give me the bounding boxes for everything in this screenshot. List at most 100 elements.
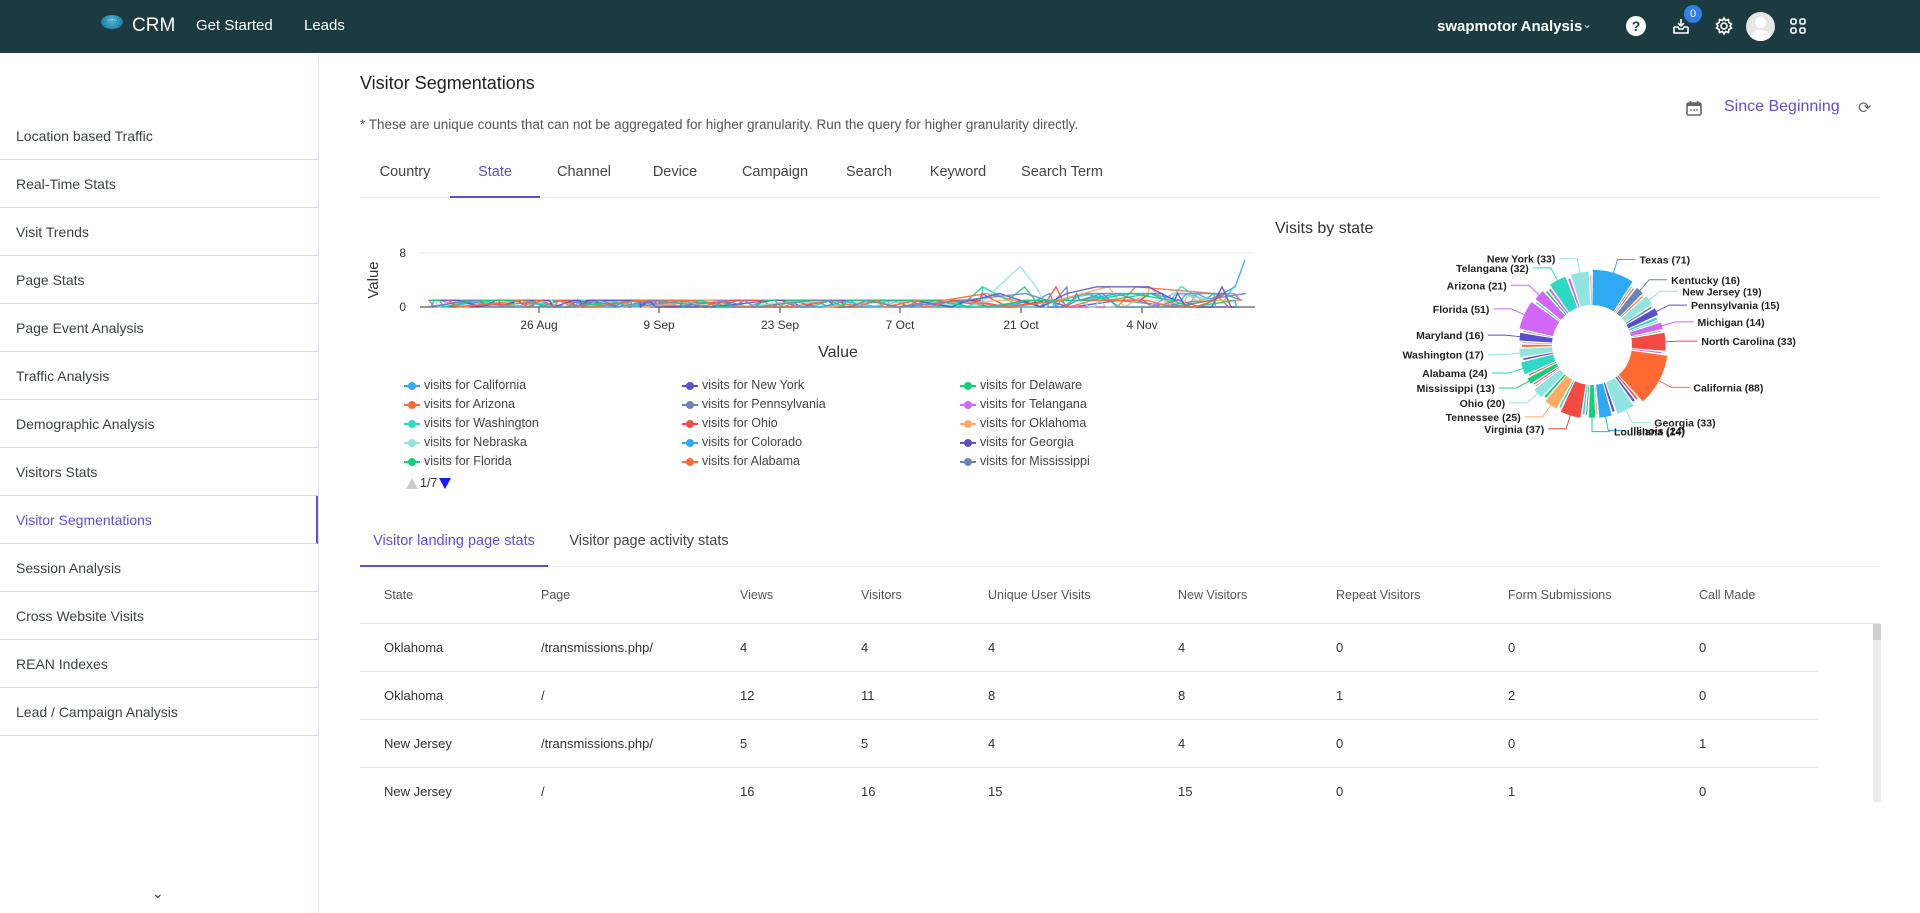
- slice-connector: [1639, 279, 1668, 291]
- sidebar-item-visit-trends[interactable]: Visit Trends: [0, 208, 318, 256]
- refresh-icon[interactable]: ⟳: [1858, 98, 1871, 118]
- legend-next-page-icon[interactable]: [439, 477, 452, 489]
- donut-slice[interactable]: [1588, 384, 1596, 418]
- sidebar-item-traffic-analysis[interactable]: Traffic Analysis: [0, 352, 318, 400]
- sidebar-item-demographic-analysis[interactable]: Demographic Analysis: [0, 400, 318, 448]
- table-cell: 12: [740, 688, 755, 703]
- donut-slice[interactable]: [1618, 350, 1668, 402]
- donut-slice[interactable]: [1631, 332, 1666, 351]
- date-range-selector[interactable]: Since Beginning: [1724, 98, 1840, 116]
- slice-connector: [1658, 380, 1690, 388]
- avatar[interactable]: [1746, 12, 1775, 41]
- sidebar-item-lead-campaign-analysis[interactable]: Lead / Campaign Analysis: [0, 688, 318, 736]
- column-header-visitors[interactable]: Visitors: [861, 580, 902, 610]
- donut-slice[interactable]: [1522, 344, 1553, 348]
- legend-item[interactable]: visits for Pennsylvania: [682, 397, 826, 411]
- donut-slice[interactable]: [1522, 342, 1553, 344]
- chevron-down-icon[interactable]: ⌄: [152, 885, 164, 902]
- table-cell: 5: [740, 736, 748, 751]
- sidebar-item-session-analysis[interactable]: Session Analysis: [0, 544, 318, 592]
- column-header-call-made[interactable]: Call Made: [1699, 580, 1755, 610]
- legend-label: visits for Nebraska: [424, 435, 527, 449]
- legend-label: visits for Georgia: [980, 435, 1074, 449]
- org-selector[interactable]: swapmotor Analysis: [1437, 18, 1582, 35]
- slice-connector: [1613, 259, 1636, 274]
- table-cell: 15: [1178, 784, 1193, 799]
- legend-marker-icon: [960, 400, 976, 410]
- legend-item[interactable]: visits for Mississippi: [960, 454, 1090, 468]
- sidebar-item-visitors-stats[interactable]: Visitors Stats: [0, 448, 318, 496]
- column-header-state[interactable]: State: [384, 580, 413, 610]
- subtab-visitor-page-activity-stats[interactable]: Visitor page activity stats: [564, 527, 734, 567]
- tab-campaign[interactable]: Campaign: [722, 153, 828, 198]
- gear-icon[interactable]: [1712, 14, 1736, 38]
- legend-item[interactable]: visits for Colorado: [682, 435, 802, 449]
- sidebar-item-rean-indexes[interactable]: REAN Indexes: [0, 640, 318, 688]
- tab-search-term[interactable]: Search Term: [1006, 153, 1118, 198]
- crm-logo-icon[interactable]: [101, 15, 123, 29]
- legend-label: visits for Mississippi: [980, 454, 1090, 468]
- legend-item[interactable]: visits for Oklahoma: [960, 416, 1086, 430]
- legend-item[interactable]: visits for Georgia: [960, 435, 1074, 449]
- column-header-new-visitors[interactable]: New Visitors: [1178, 580, 1247, 610]
- table-scrollbar[interactable]: [1873, 624, 1881, 802]
- tab-state[interactable]: State: [450, 153, 540, 198]
- donut-slice[interactable]: [1519, 347, 1553, 358]
- legend-prev-page-icon[interactable]: [406, 477, 418, 489]
- table-cell: /: [541, 784, 545, 799]
- visits-line-chart: 0 8 26 Aug 9 Sep 23 Sep 7 Oct 21 Oct 4 Nov Value…: [365, 246, 1255, 361]
- donut-slice[interactable]: [1521, 354, 1556, 375]
- sidebar-item-cross-website-visits[interactable]: Cross Website Visits: [0, 592, 318, 640]
- chevron-down-icon[interactable]: ⌄: [1582, 17, 1592, 31]
- legend-item[interactable]: visits for Alabama: [682, 454, 800, 468]
- granularity-note: * These are unique counts that can not b…: [360, 117, 1079, 132]
- legend-item[interactable]: visits for Delaware: [960, 378, 1082, 392]
- column-header-unique-user-visits[interactable]: Unique User Visits: [988, 580, 1091, 610]
- legend-item[interactable]: visits for Washington: [404, 416, 539, 430]
- donut-slice[interactable]: [1590, 275, 1592, 306]
- legend-item[interactable]: visits for Ohio: [682, 416, 778, 430]
- legend-marker-icon: [960, 381, 976, 391]
- legend-item[interactable]: visits for Nebraska: [404, 435, 527, 449]
- tab-search[interactable]: Search: [828, 153, 910, 198]
- nav-get-started[interactable]: Get Started: [196, 17, 273, 34]
- segmentation-tabs: Country State Channel Device Campaign Search K…: [360, 153, 1880, 198]
- slice-connector: [1548, 415, 1571, 430]
- tab-channel[interactable]: Channel: [540, 153, 628, 198]
- legend-marker-icon: [682, 419, 698, 429]
- sidebar-item-page-event-analysis[interactable]: Page Event Analysis: [0, 304, 318, 352]
- tab-keyword[interactable]: Keyword: [910, 153, 1006, 198]
- legend-item[interactable]: visits for New York: [682, 378, 804, 392]
- legend-label: visits for Oklahoma: [980, 416, 1087, 430]
- tab-country[interactable]: Country: [360, 153, 450, 198]
- table-cell: 4: [988, 736, 996, 751]
- legend-marker-icon: [682, 400, 698, 410]
- subtab-visitor-landing-page-stats[interactable]: Visitor landing page stats: [360, 527, 548, 567]
- column-header-page[interactable]: Page: [541, 580, 570, 610]
- column-header-repeat-visitors[interactable]: Repeat Visitors: [1336, 580, 1421, 610]
- slice-label: Louisiana (14): [1614, 427, 1685, 439]
- legend-pager: 1/7: [406, 476, 452, 490]
- y-axis-label: Value: [365, 261, 382, 298]
- sidebar-item-page-stats[interactable]: Page Stats: [0, 256, 318, 304]
- sidebar-item-location-based-traffic[interactable]: Location based Traffic: [0, 112, 318, 160]
- legend-marker-icon: [682, 438, 698, 448]
- scrollbar-thumb[interactable]: [1873, 624, 1881, 640]
- legend-item[interactable]: visits for Arizona: [404, 397, 515, 411]
- legend-label: visits for Delaware: [980, 378, 1083, 392]
- sidebar-item-real-time-stats[interactable]: Real-Time Stats: [0, 160, 318, 208]
- slice-label: Florida (51): [1433, 304, 1490, 316]
- column-header-views[interactable]: Views: [740, 580, 773, 610]
- help-icon[interactable]: ?: [1626, 16, 1646, 36]
- calendar-icon[interactable]: [1686, 100, 1702, 116]
- apps-grid-icon[interactable]: [1786, 14, 1810, 38]
- legend-item[interactable]: visits for California: [404, 378, 526, 392]
- nav-leads[interactable]: Leads: [304, 17, 345, 34]
- slice-connector: [1661, 321, 1694, 327]
- sidebar-item-visitor-segmentations[interactable]: Visitor Segmentations: [0, 496, 318, 544]
- tab-device[interactable]: Device: [628, 153, 722, 198]
- legend-item[interactable]: visits for Florida: [404, 454, 512, 468]
- column-header-form-submissions[interactable]: Form Submissions: [1508, 580, 1612, 610]
- legend-item[interactable]: visits for Telangana: [960, 397, 1087, 411]
- brand-name[interactable]: CRM: [132, 15, 175, 37]
